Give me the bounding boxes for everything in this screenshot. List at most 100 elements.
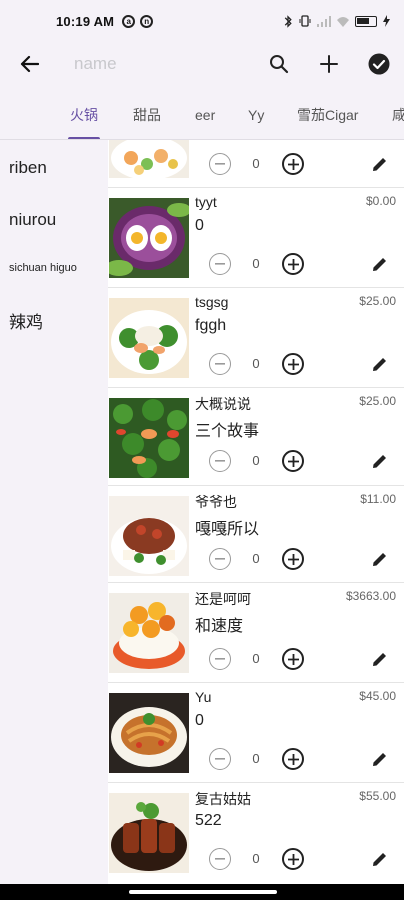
bluetooth-icon xyxy=(284,14,292,28)
edit-item-button[interactable] xyxy=(369,353,391,375)
item-price: $25.00 xyxy=(359,294,396,308)
item-description: 0 xyxy=(195,217,204,234)
item-price: $55.00 xyxy=(359,789,396,803)
plus-icon xyxy=(287,653,299,665)
wifi-icon xyxy=(337,16,349,27)
increase-quantity-button[interactable] xyxy=(282,153,304,175)
item-price: $25.00 xyxy=(359,394,396,408)
alarm-icon: a xyxy=(122,14,136,28)
edit-item-button[interactable] xyxy=(369,450,391,472)
sidebar-item-riben[interactable]: riben xyxy=(9,158,47,178)
name-search-input[interactable] xyxy=(74,54,244,74)
increase-quantity-button[interactable] xyxy=(282,353,304,375)
item-quantity: 0 xyxy=(252,356,260,371)
increase-quantity-button[interactable] xyxy=(282,848,304,870)
increase-quantity-button[interactable] xyxy=(282,548,304,570)
item-name: 爷爷也 xyxy=(195,494,237,510)
decrease-quantity-button[interactable] xyxy=(209,648,231,670)
list-item[interactable]: 大概说说 $25.00 三个故事 0 xyxy=(108,388,404,486)
status-right-icons xyxy=(283,14,390,28)
minus-icon xyxy=(215,163,225,165)
category-sidebar: riben niurou sichuan higuo 辣鸡 xyxy=(0,140,108,884)
vibrate-icon xyxy=(299,15,311,27)
sidebar-item-laji[interactable]: 辣鸡 xyxy=(9,308,43,333)
status-left-icons: a n xyxy=(122,14,154,28)
item-description: 和速度 xyxy=(195,618,244,635)
decrease-quantity-button[interactable] xyxy=(209,848,231,870)
plus-icon xyxy=(287,358,299,370)
sidebar-item-niurou[interactable]: niurou xyxy=(9,210,56,230)
decrease-quantity-button[interactable] xyxy=(209,153,231,175)
list-item[interactable]: 还是呵呵 $3663.00 和速度 0 xyxy=(108,583,404,683)
pencil-icon xyxy=(373,853,386,866)
edit-item-button[interactable] xyxy=(369,548,391,570)
item-description: 三个故事 xyxy=(195,423,260,440)
minus-icon xyxy=(215,558,225,560)
search-icon xyxy=(270,55,289,74)
tab-huoguo[interactable]: 火锅 xyxy=(68,86,100,139)
decrease-quantity-button[interactable] xyxy=(209,450,231,472)
item-quantity: 0 xyxy=(252,453,260,468)
item-description: 0 xyxy=(195,712,204,729)
search-button[interactable] xyxy=(254,42,304,86)
pencil-icon xyxy=(373,553,386,566)
edit-item-button[interactable] xyxy=(369,848,391,870)
tab-eer[interactable]: eer xyxy=(195,86,215,139)
edit-item-button[interactable] xyxy=(369,748,391,770)
increase-quantity-button[interactable] xyxy=(282,450,304,472)
plus-icon xyxy=(287,455,299,467)
sidebar-item-sichuan-higuo[interactable]: sichuan higuo xyxy=(9,262,77,274)
increase-quantity-button[interactable] xyxy=(282,253,304,275)
decrease-quantity-button[interactable] xyxy=(209,253,231,275)
tab-cigar[interactable]: 雪茄Cigar xyxy=(297,86,358,139)
item-thumbnail xyxy=(109,398,189,478)
item-quantity: 0 xyxy=(252,256,260,271)
confirm-button[interactable] xyxy=(354,42,404,86)
home-gesture-handle[interactable] xyxy=(129,890,277,894)
item-thumbnail xyxy=(109,496,189,576)
decrease-quantity-button[interactable] xyxy=(209,353,231,375)
item-description: 嘎嘎所以 xyxy=(195,521,260,538)
increase-quantity-button[interactable] xyxy=(282,648,304,670)
decrease-quantity-button[interactable] xyxy=(209,548,231,570)
item-name: 复古姑姑 xyxy=(195,791,251,807)
list-item[interactable]: 复古姑姑 $55.00 522 0 xyxy=(108,783,404,884)
minus-icon xyxy=(215,363,225,365)
edit-item-button[interactable] xyxy=(369,153,391,175)
increase-quantity-button[interactable] xyxy=(282,748,304,770)
list-item[interactable]: tyyt $0.00 0 0 xyxy=(108,188,404,288)
charging-icon xyxy=(383,15,390,27)
no-sim-icon: n xyxy=(140,14,154,28)
plus-icon xyxy=(287,853,299,865)
back-button[interactable] xyxy=(0,42,58,86)
minus-icon xyxy=(215,460,225,462)
edit-item-button[interactable] xyxy=(369,253,391,275)
add-button[interactable] xyxy=(304,42,354,86)
item-quantity: 0 xyxy=(252,751,260,766)
item-price: $45.00 xyxy=(359,689,396,703)
tab-yy[interactable]: Yy xyxy=(248,86,264,139)
decrease-quantity-button[interactable] xyxy=(209,748,231,770)
list-item[interactable]: 爷爷也 $11.00 嘎嘎所以 0 xyxy=(108,486,404,583)
minus-icon xyxy=(215,758,225,760)
category-tabs: 火锅 甜品 eer Yy 雪茄Cigar 咸 xyxy=(0,86,404,140)
list-item[interactable]: tsgsg $25.00 fggh 0 xyxy=(108,288,404,388)
item-description: fggh xyxy=(195,317,227,334)
item-list: 0 tyyt $0.00 0 0 tsgsg $25.00 fggh 0 大概说… xyxy=(108,140,404,884)
minus-icon xyxy=(215,263,225,265)
item-name: Yu xyxy=(195,689,212,705)
list-item[interactable]: 0 xyxy=(108,140,404,188)
minus-icon xyxy=(215,658,225,660)
tab-xian[interactable]: 咸 xyxy=(392,86,404,139)
tab-tianpin[interactable]: 甜品 xyxy=(133,86,161,139)
list-item[interactable]: Yu $45.00 0 0 xyxy=(108,683,404,783)
item-quantity: 0 xyxy=(252,551,260,566)
edit-item-button[interactable] xyxy=(369,648,391,670)
item-name: 还是呵呵 xyxy=(195,591,251,607)
item-name: tsgsg xyxy=(195,294,229,310)
item-thumbnail xyxy=(109,198,189,278)
check-circle-icon xyxy=(368,53,390,75)
pencil-icon xyxy=(373,455,386,468)
item-thumbnail xyxy=(109,298,189,378)
pencil-icon xyxy=(373,358,386,371)
